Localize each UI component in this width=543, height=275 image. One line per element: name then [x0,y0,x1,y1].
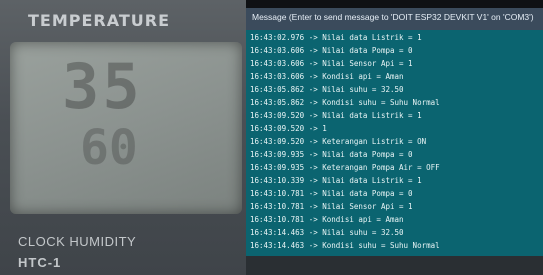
serial-line: 16:43:10.781 -> Nilai data Pompa = 0 [250,189,413,198]
serial-line: 16:43:09.520 -> 1 [250,124,327,133]
monitor-bezel [246,256,543,275]
serial-line: 16:43:05.862 -> Kondisi suhu = Suhu Norm… [250,98,440,107]
device-footer-label: CLOCK HUMIDITY [18,234,137,249]
serial-line: 16:43:03.606 -> Nilai Sensor Api = 1 [250,59,413,68]
serial-monitor-screen: Message (Enter to send message to 'DOIT … [246,0,543,275]
serial-line: 16:43:03.606 -> Nilai data Pompa = 0 [250,46,413,55]
serial-line: 16:43:10.781 -> Nilai Sensor Api = 1 [250,202,413,211]
device-header-label: TEMPERATURE [28,11,171,30]
lcd-display: 35 60 [10,42,242,214]
serial-line: 16:43:09.520 -> Keterangan Listrik = ON [250,137,427,146]
serial-message-prompt: Message (Enter to send message to 'DOIT … [252,12,534,22]
serial-line: 16:43:09.520 -> Nilai data Listrik = 1 [250,111,422,120]
device-model-label: HTC-1 [18,255,62,270]
serial-message-bar[interactable]: Message (Enter to send message to 'DOIT … [246,8,543,30]
serial-line: 16:43:09.935 -> Nilai data Pompa = 0 [250,150,413,159]
serial-line: 16:43:10.781 -> Kondisi api = Aman [250,215,404,224]
serial-output-area[interactable]: 16:43:02.976 -> Nilai data Listrik = 1 1… [246,30,543,256]
lcd-temperature-digits: 35 [62,50,143,123]
serial-line: 16:43:14.463 -> Kondisi suhu = Suhu Norm… [250,241,440,250]
thermometer-device: TEMPERATURE 35 60 CLOCK HUMIDITY HTC-1 [0,0,250,275]
serial-line: 16:43:10.339 -> Nilai data Listrik = 1 [250,176,422,185]
serial-line: 16:43:14.463 -> Nilai suhu = 32.50 [250,228,404,237]
serial-line: 16:43:09.935 -> Keterangan Pompa Air = O… [250,163,440,172]
serial-line: 16:43:02.976 -> Nilai data Listrik = 1 [250,33,422,42]
serial-line: 16:43:03.606 -> Kondisi api = Aman [250,72,404,81]
serial-line: 16:43:05.862 -> Nilai suhu = 32.50 [250,85,404,94]
lcd-humidity-digits: 60 [80,120,138,176]
